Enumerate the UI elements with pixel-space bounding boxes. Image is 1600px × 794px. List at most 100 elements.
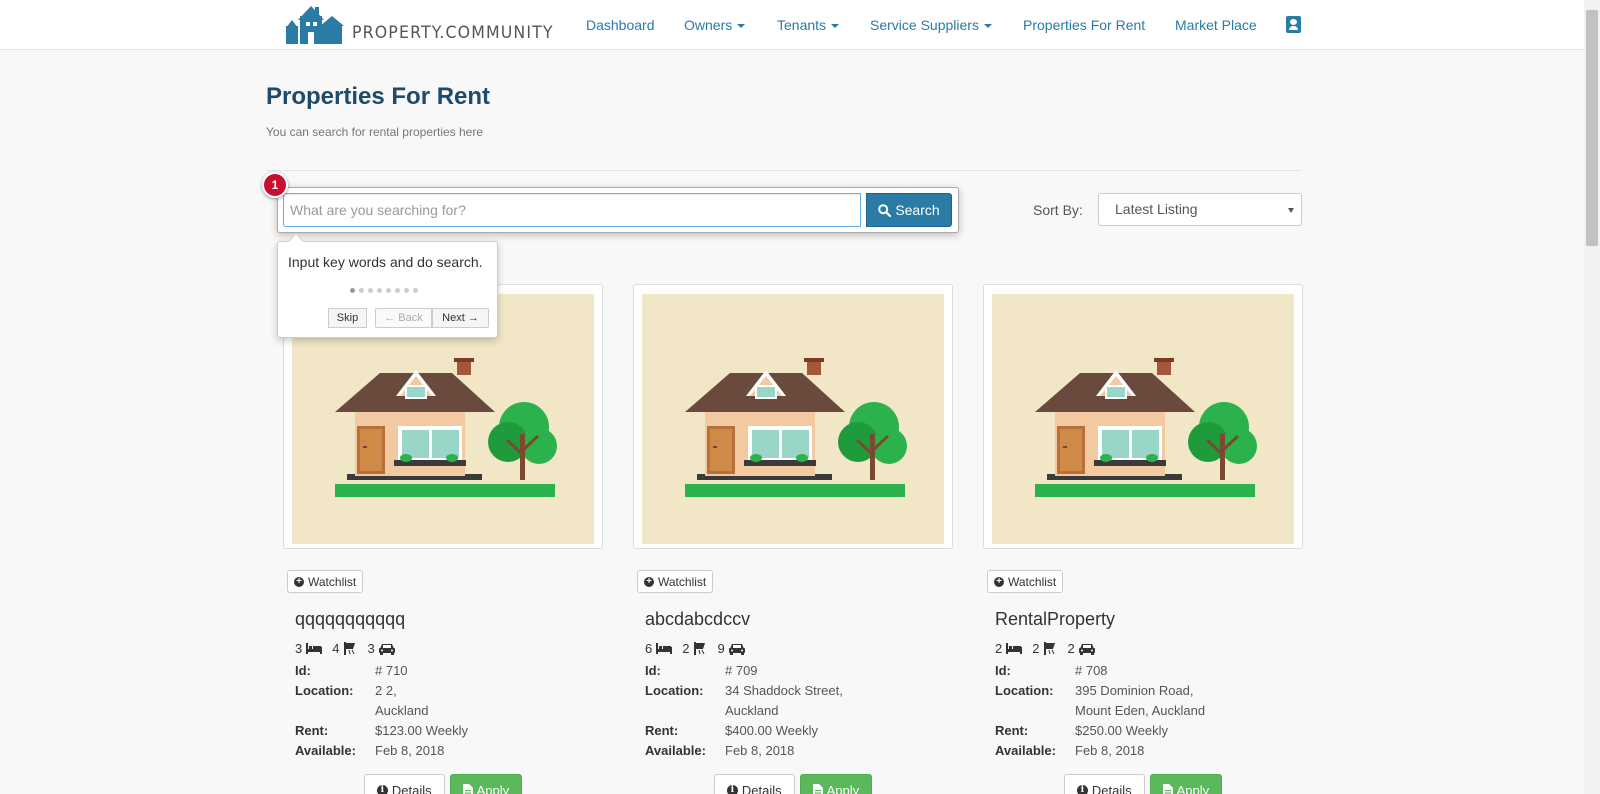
search-input[interactable] (283, 193, 861, 227)
location-value: 2 2, Auckland (375, 681, 428, 721)
info-icon: i (376, 784, 388, 794)
available-value: Feb 8, 2018 (1075, 743, 1145, 758)
bedrooms: 3 (295, 641, 323, 656)
tour-back-button[interactable]: ← Back (375, 308, 432, 328)
watchlist-button[interactable]: + Watchlist (287, 570, 364, 593)
apply-button[interactable]: Apply (799, 774, 873, 794)
info-icon: i (726, 784, 738, 794)
watchlist-label: Watchlist (658, 574, 707, 589)
page-subtitle: You can search for rental properties her… (266, 125, 484, 139)
rent-row: Rent: $123.00 Weekly (295, 721, 468, 741)
plus-circle-icon: + (294, 576, 304, 587)
property-title[interactable]: RentalProperty (995, 609, 1115, 630)
bedrooms: 2 (995, 641, 1023, 656)
tour-dot[interactable] (359, 288, 364, 293)
caret-down-icon (983, 24, 992, 29)
nav-dashboard[interactable]: Dashboard (586, 17, 655, 33)
parking-count: 2 (1067, 641, 1075, 656)
id-row: Id: # 710 (295, 661, 468, 681)
tour-progress-dots (350, 288, 418, 293)
tour-next-button[interactable]: Next → (432, 308, 489, 328)
tour-popover: Input key words and do search. Skip ← Ba… (277, 233, 498, 338)
nav-tenants-label: Tenants (777, 17, 827, 33)
id-value: # 710 (375, 663, 408, 678)
tour-dot[interactable] (368, 288, 373, 293)
page-title: Properties For Rent (266, 83, 491, 110)
location-line1: 395 Dominion Road, (1075, 683, 1194, 698)
apply-label: Apply (476, 782, 510, 794)
scrollbar-thumb[interactable] (1586, 10, 1598, 246)
search-button[interactable]: Search (866, 193, 952, 227)
available-value: Feb 8, 2018 (725, 743, 795, 758)
file-icon (812, 784, 823, 794)
tour-dot[interactable] (404, 288, 409, 293)
brand-name: PROPERTY.COMMUNITY (352, 23, 554, 43)
tour-dot[interactable] (377, 288, 382, 293)
nav-owners[interactable]: Owners (684, 17, 746, 33)
property-card: + Watchlist qqqqqqqqqqq 3 4 3 Id: # 710 L… (283, 284, 603, 794)
car-icon (378, 643, 395, 655)
shower-icon (1044, 642, 1056, 655)
location-value: 395 Dominion Road, Mount Eden, Auckland (1075, 681, 1205, 721)
search-box: Search (277, 187, 959, 233)
house-logo-icon (286, 6, 344, 44)
sort-select[interactable]: Latest Listing (1098, 193, 1302, 226)
details-button[interactable]: i Details (713, 774, 795, 794)
rent-label: Rent: (295, 723, 329, 738)
tour-dot[interactable] (395, 288, 400, 293)
parking-count: 9 (717, 641, 725, 656)
location-line1: 2 2, (375, 683, 397, 698)
apply-button[interactable]: Apply (1149, 774, 1223, 794)
bedrooms-count: 2 (995, 641, 1003, 656)
tour-dot[interactable] (386, 288, 391, 293)
property-thumbnail[interactable] (983, 284, 1303, 549)
parking: 3 (367, 641, 395, 656)
id-label: Id: (995, 663, 1011, 678)
property-features: 6 2 9 (645, 641, 755, 656)
nav-service-suppliers-label: Service Suppliers (870, 17, 979, 33)
available-value: Feb 8, 2018 (375, 743, 445, 758)
available-label: Available: (295, 743, 356, 758)
bathrooms: 2 (1032, 641, 1057, 656)
nav-dashboard-label: Dashboard (586, 17, 655, 33)
apply-label: Apply (826, 782, 860, 794)
property-title[interactable]: qqqqqqqqqqq (295, 609, 405, 630)
location-label: Location: (295, 683, 354, 698)
nav-properties-for-rent[interactable]: Properties For Rent (1023, 17, 1145, 33)
nav-market-place[interactable]: Market Place (1175, 17, 1257, 33)
sort-label: Sort By: (1033, 202, 1083, 218)
property-features: 3 4 3 (295, 641, 405, 656)
rent-value: $400.00 Weekly (725, 723, 818, 738)
property-thumbnail[interactable] (633, 284, 953, 549)
bedrooms-count: 6 (645, 641, 653, 656)
file-icon (462, 784, 473, 794)
property-title[interactable]: abcdabcdccv (645, 609, 750, 630)
apply-button[interactable]: Apply (449, 774, 523, 794)
user-card-icon[interactable] (1286, 16, 1301, 33)
nav-tenants[interactable]: Tenants (777, 17, 840, 33)
id-value: # 708 (1075, 663, 1108, 678)
location-line2: Mount Eden, Auckland (1075, 703, 1206, 718)
search-button-label: Search (895, 202, 940, 218)
details-button[interactable]: i Details (363, 774, 445, 794)
location-row: Location: 2 2, Auckland (295, 681, 468, 721)
details-button[interactable]: i Details (1063, 774, 1145, 794)
tour-dot[interactable] (413, 288, 418, 293)
nav-service-suppliers[interactable]: Service Suppliers (870, 17, 992, 33)
watchlist-button[interactable]: + Watchlist (987, 570, 1064, 593)
watchlist-button[interactable]: + Watchlist (637, 570, 714, 593)
watchlist-label: Watchlist (1008, 574, 1057, 589)
parking: 2 (1067, 641, 1095, 656)
bathrooms: 4 (332, 641, 357, 656)
vertical-scrollbar[interactable] (1584, 0, 1600, 794)
location-row: Location: 34 Shaddock Street, Auckland (645, 681, 843, 721)
rent-value: $123.00 Weekly (375, 723, 468, 738)
available-row: Available: Feb 8, 2018 (295, 741, 468, 761)
brand-logo[interactable]: PROPERTY.COMMUNITY (286, 4, 569, 44)
dropdown-arrow-icon (1288, 208, 1294, 213)
tour-dot[interactable] (350, 288, 355, 293)
tour-text: Input key words and do search. (288, 254, 483, 270)
file-icon (1162, 784, 1173, 794)
details-label: Details (1091, 782, 1132, 794)
tour-skip-button[interactable]: Skip (328, 308, 367, 328)
